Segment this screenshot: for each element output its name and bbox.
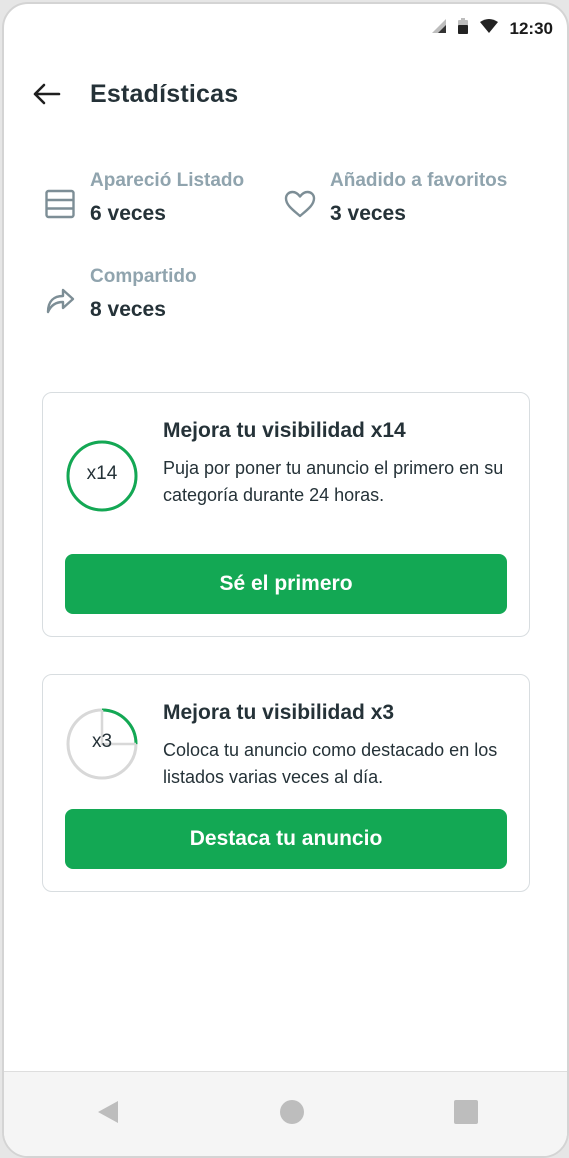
status-time: 12:30 bbox=[509, 18, 553, 38]
system-nav-bar bbox=[4, 1071, 567, 1156]
stat-label: Compartido bbox=[90, 266, 197, 287]
share-icon bbox=[42, 282, 78, 318]
card-title: Mejora tu visibilidad x14 bbox=[163, 419, 406, 442]
progress-ring: x3 bbox=[65, 707, 139, 781]
progress-ring: x14 bbox=[65, 439, 139, 513]
nav-back-button[interactable] bbox=[92, 1098, 124, 1130]
ring-badge-label: x3 bbox=[91, 731, 113, 752]
app-bar: Estadísticas bbox=[4, 72, 567, 120]
card-description: Puja por poner tu anuncio el primero en … bbox=[163, 458, 504, 505]
nav-home-button[interactable] bbox=[276, 1098, 308, 1130]
be-first-button[interactable]: Sé el primero bbox=[65, 554, 507, 614]
ring-badge-label: x14 bbox=[86, 463, 118, 484]
page-title: Estadísticas bbox=[90, 80, 239, 108]
signal-icon bbox=[431, 19, 446, 38]
card-description: Coloca tu anuncio como destacado en los … bbox=[163, 740, 498, 787]
square-recents-icon bbox=[454, 1099, 478, 1129]
phone-screen: 12:30 Estadísticas Apareció Listado 6 ve… bbox=[2, 2, 569, 1158]
back-button[interactable] bbox=[28, 78, 64, 114]
wifi-icon bbox=[479, 19, 498, 38]
nav-recents-button[interactable] bbox=[450, 1098, 482, 1130]
arrow-left-icon bbox=[31, 82, 61, 111]
highlight-ad-button[interactable]: Destaca tu anuncio bbox=[65, 809, 507, 869]
status-icons: 12:30 bbox=[431, 18, 553, 39]
list-icon bbox=[42, 186, 78, 222]
heart-icon bbox=[282, 186, 318, 222]
visibility-card-x14: x14 Mejora tu visibilidad x14 Puja por p… bbox=[42, 392, 530, 637]
stat-value: 3 veces bbox=[330, 202, 406, 225]
stat-value: 8 veces bbox=[90, 298, 166, 321]
card-title: Mejora tu visibilidad x3 bbox=[163, 701, 395, 724]
stat-value: 6 veces bbox=[90, 202, 166, 225]
stat-label: Apareció Listado bbox=[90, 170, 245, 191]
triangle-back-icon bbox=[94, 1098, 122, 1131]
status-bar: 12:30 bbox=[4, 4, 567, 52]
stat-label: Añadido a favoritos bbox=[330, 170, 508, 191]
circle-home-icon bbox=[279, 1099, 305, 1130]
visibility-card-x3: x3 Mejora tu visibilidad x3 Coloca tu an… bbox=[42, 674, 530, 892]
battery-icon bbox=[457, 18, 468, 39]
